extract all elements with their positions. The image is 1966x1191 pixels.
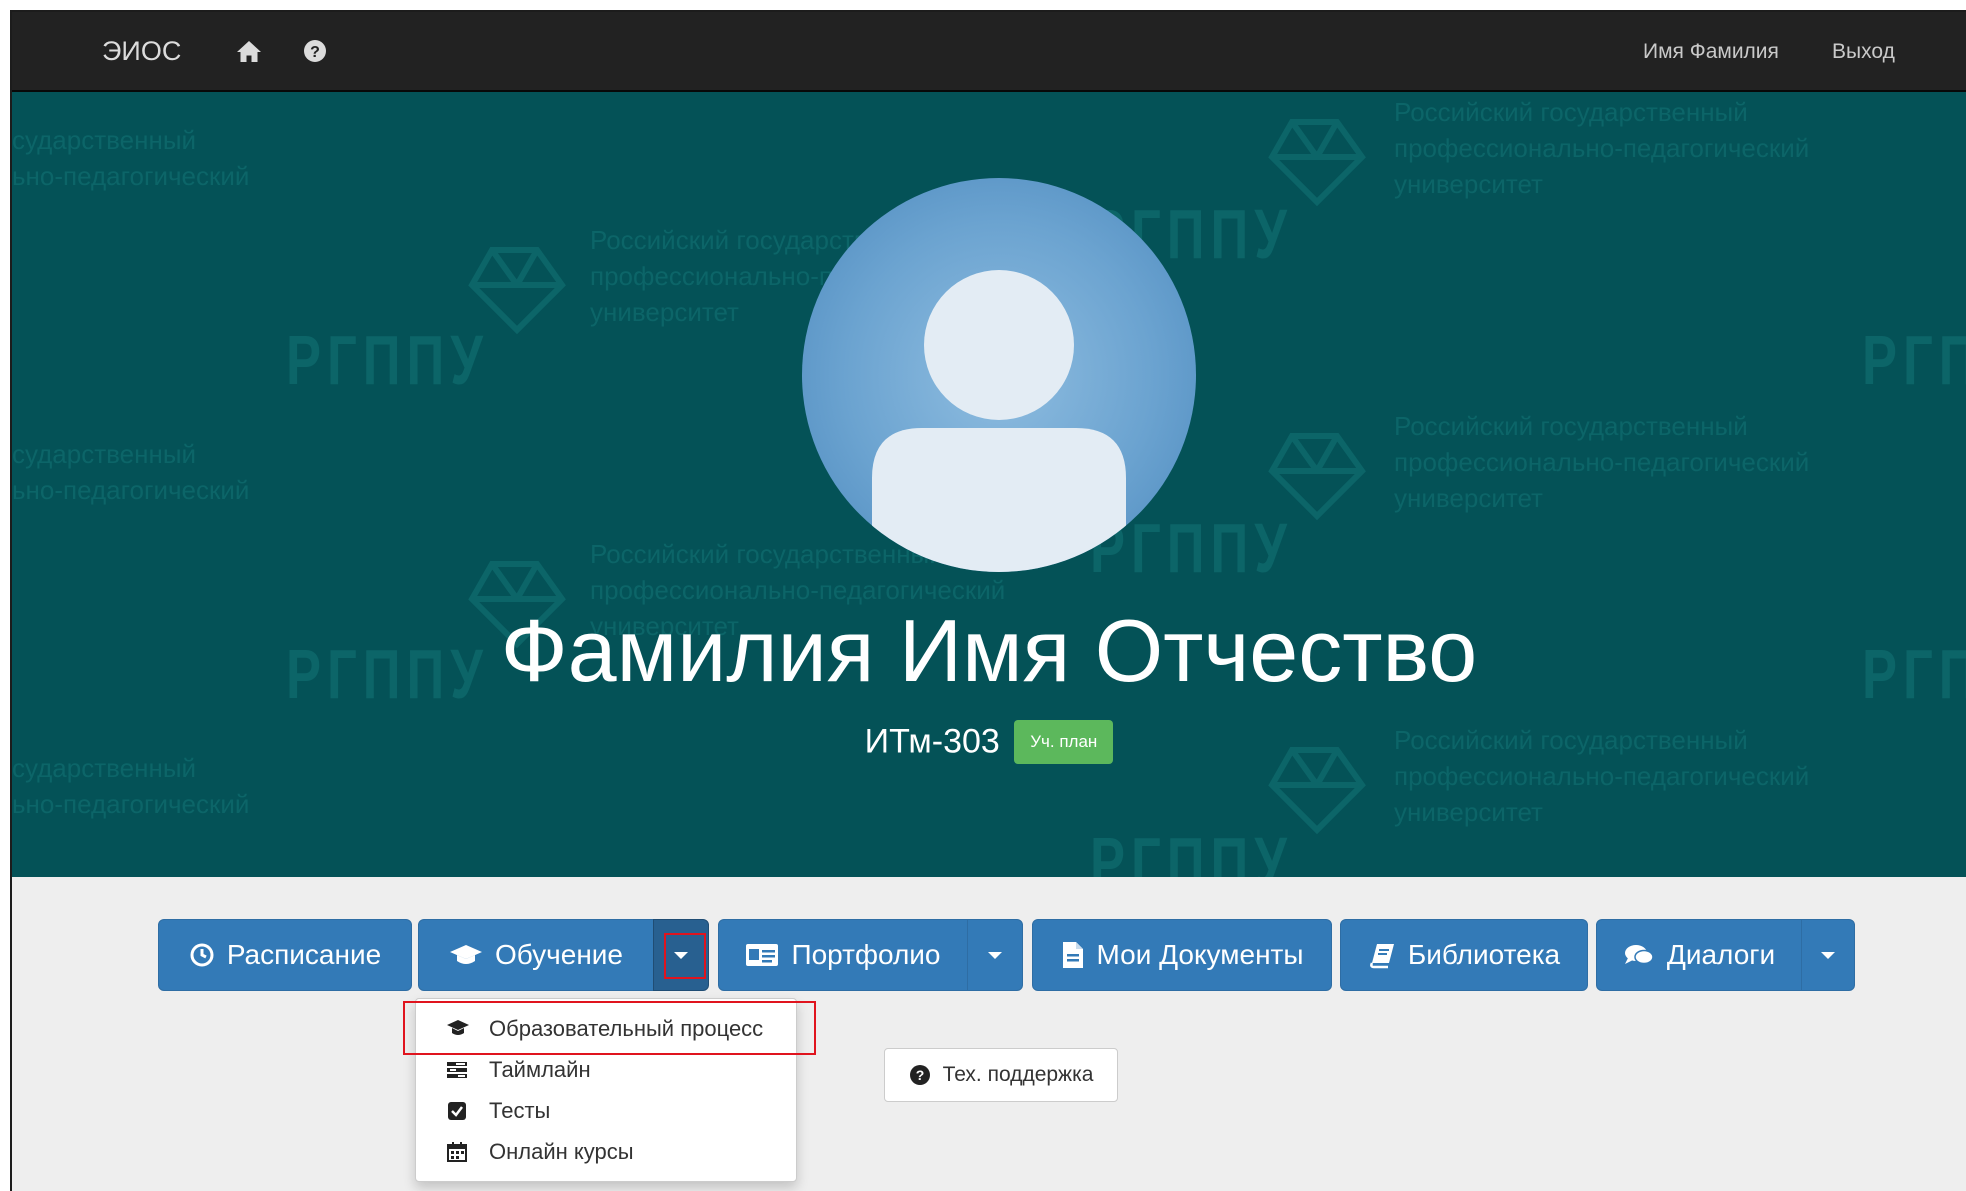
dialogs-dropdown-toggle[interactable]	[1801, 919, 1855, 991]
caret-down-icon	[1821, 951, 1835, 959]
question-circle-icon: ?	[909, 1064, 931, 1086]
schedule-button[interactable]: Расписание	[158, 919, 412, 991]
caret-down-icon	[988, 951, 1002, 959]
library-button[interactable]: Библиотека	[1340, 919, 1588, 991]
menu-item-online-courses[interactable]: Онлайн курсы	[416, 1132, 796, 1172]
id-card-icon	[745, 942, 779, 968]
watermark-text: сударственный ьно-педагогический	[12, 439, 250, 505]
svg-text:?: ?	[915, 1067, 924, 1083]
watermark-abbr: РГППУ	[1090, 823, 1293, 877]
tech-support-button[interactable]: ? Тех. поддержка	[884, 1048, 1118, 1102]
my-documents-button[interactable]: Мои Документы	[1032, 919, 1332, 991]
logout-link[interactable]: Выход	[1832, 40, 1895, 64]
file-icon	[1061, 940, 1085, 970]
study-plan-badge[interactable]: Уч. план	[1014, 720, 1114, 764]
book-icon	[1368, 941, 1396, 969]
brand-link[interactable]: ЭИОС	[102, 36, 181, 67]
portfolio-button[interactable]: Портфолио	[718, 919, 968, 991]
watermark-abbr: РГППУ	[1862, 321, 1966, 399]
tasks-icon	[446, 1059, 468, 1081]
comments-icon	[1623, 942, 1655, 968]
home-icon[interactable]	[234, 36, 264, 66]
calendar-icon	[446, 1141, 468, 1163]
education-button[interactable]: Обучение	[418, 919, 654, 991]
user-name-link[interactable]: Имя Фамилия	[1643, 40, 1779, 64]
portfolio-dropdown-toggle[interactable]	[967, 919, 1023, 991]
menu-item-tests[interactable]: Тесты	[416, 1091, 796, 1131]
graduation-cap-icon	[449, 942, 483, 968]
group-row: ИТм-303 Уч. план	[12, 720, 1966, 764]
group-name: ИТм-303	[864, 722, 1000, 761]
watermark-text: сударственный ьно-педагогический	[12, 125, 250, 191]
clock-icon	[189, 942, 215, 968]
dialogs-button[interactable]: Диалоги	[1596, 919, 1802, 991]
top-navbar: ЭИОС ? Имя Фамилия Выход	[12, 12, 1966, 92]
watermark-text: Российский государственный профессиональн…	[1394, 97, 1810, 199]
question-circle-icon[interactable]: ?	[300, 36, 330, 66]
browser-viewport: ЭИОС ? Имя Фамилия Выход сударственный ьн…	[10, 10, 1966, 1191]
check-square-icon	[446, 1100, 468, 1122]
watermark-text: Российский государственный профессиональн…	[1394, 411, 1810, 513]
menu-item-timeline[interactable]: Таймлайн	[416, 1050, 796, 1090]
highlight-box	[664, 933, 706, 979]
svg-text:?: ?	[310, 44, 320, 61]
highlight-box	[403, 1001, 816, 1055]
watermark-abbr: РГППУ	[286, 321, 489, 399]
user-avatar-icon	[802, 178, 1196, 572]
user-full-name: Фамилия Имя Отчество	[500, 601, 1478, 700]
profile-hero: сударственный ьно-педагогический сударств…	[12, 92, 1966, 877]
